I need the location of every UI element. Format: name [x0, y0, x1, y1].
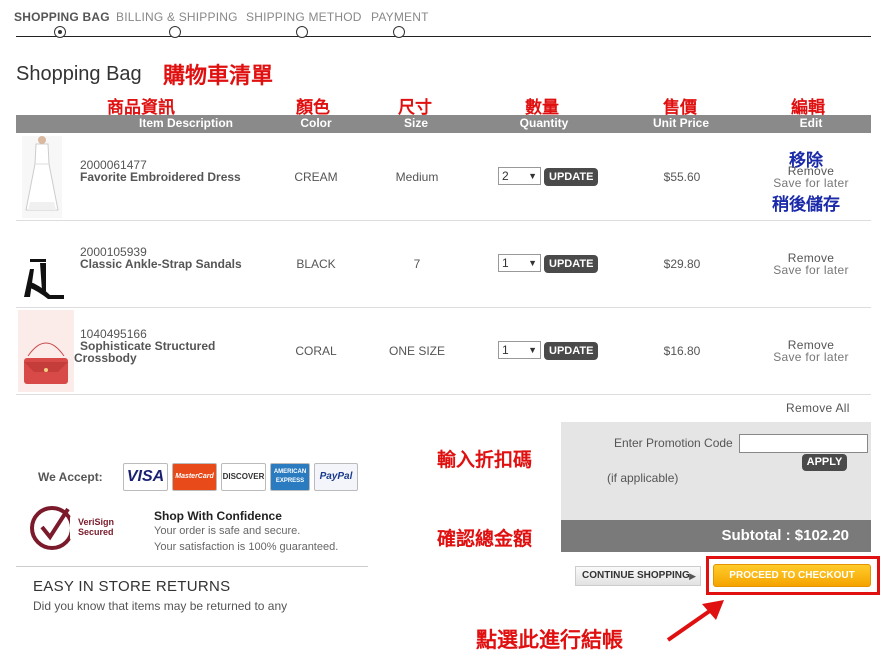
table-row: 2000105939 Classic Ankle-Strap Sandals B… [16, 221, 871, 307]
step-shipping-method[interactable]: SHIPPING METHOD [246, 10, 362, 24]
annotation-arrow [666, 600, 724, 642]
item-name[interactable]: Favorite Embroidered Dress [80, 171, 241, 183]
dropdown-arrow-icon: ▼ [528, 171, 537, 181]
header-color: Color [300, 116, 332, 130]
item-size: Medium [395, 170, 439, 184]
update-button[interactable]: UPDATE [544, 342, 599, 360]
header-edit: Edit [799, 116, 823, 130]
crossbody-thumbnail[interactable] [18, 310, 74, 392]
step-dot-active [54, 26, 66, 38]
item-color: BLACK [296, 257, 336, 271]
title-annotation: 購物車清單 [163, 64, 274, 89]
step-shopping-bag[interactable]: SHOPPING BAG [14, 10, 110, 24]
verisign-text-2: Secured [78, 527, 114, 537]
continue-shopping-button[interactable]: CONTINUE SHOPPING ▶ [575, 566, 701, 586]
promo-code-input[interactable] [739, 434, 868, 453]
item-price: $29.80 [663, 257, 701, 271]
row-divider [16, 394, 871, 395]
header-item-description: Item Description [138, 116, 234, 130]
update-button[interactable]: UPDATE [544, 255, 599, 273]
subtotal-value: Subtotal : $102.20 [721, 527, 849, 544]
header-quantity: Quantity [519, 116, 569, 130]
table-row: 2000061477 Favorite Embroidered Dress CR… [16, 134, 871, 220]
item-price: $55.60 [663, 170, 701, 184]
item-name-continued[interactable]: Crossbody [74, 352, 137, 364]
quantity-select[interactable]: 2 ▼ [498, 167, 541, 185]
annotation-save-later: 稍後儲存 [772, 195, 840, 215]
returns-title: EASY IN STORE RETURNS [33, 578, 231, 595]
annotation-promo: 輸入折扣碼 [437, 449, 533, 471]
item-size: ONE SIZE [388, 344, 445, 358]
returns-text: Did you know that items may be returned … [33, 599, 288, 613]
item-price: $16.80 [663, 344, 701, 358]
dropdown-arrow-icon: ▼ [528, 258, 537, 268]
visa-logo: VISA [123, 463, 168, 491]
table-header: Item Description Color Size Quantity Uni… [16, 115, 871, 133]
step-dot [393, 26, 405, 38]
subtotal-bar: Subtotal : $102.20 [561, 520, 871, 552]
item-name[interactable]: Classic Ankle-Strap Sandals [80, 258, 242, 270]
step-payment[interactable]: PAYMENT [371, 10, 429, 24]
promo-note: (if applicable) [607, 471, 679, 485]
step-dot [169, 26, 181, 38]
item-color: CREAM [294, 170, 338, 184]
remove-all-link[interactable]: Remove All [786, 401, 850, 415]
discover-logo: DISCOVER [221, 463, 266, 491]
annotation-subtotal: 確認總金額 [437, 528, 533, 550]
quantity-value: 2 [502, 169, 509, 183]
step-dot [296, 26, 308, 38]
promo-label: Enter Promotion Code [614, 436, 733, 450]
table-row: 1040495166 Sophisticate Structured Cross… [16, 308, 871, 394]
progress-line [16, 36, 871, 37]
quantity-select[interactable]: 1 ▼ [498, 341, 541, 359]
save-for-later-link[interactable]: Save for later [761, 350, 861, 364]
quantity-select[interactable]: 1 ▼ [498, 254, 541, 272]
dress-thumbnail[interactable] [22, 136, 62, 218]
continue-shopping-label: CONTINUE SHOPPING [582, 570, 690, 581]
confidence-line-2: Your satisfaction is 100% guaranteed. [154, 541, 339, 553]
promo-panel: Enter Promotion Code APPLY (if applicabl… [561, 422, 871, 520]
step-billing-shipping[interactable]: BILLING & SHIPPING [116, 10, 238, 24]
item-size: 7 [413, 257, 421, 271]
quantity-value: 1 [502, 343, 509, 357]
header-unit-price: Unit Price [652, 116, 709, 130]
amex-logo: AMERICAN EXPRESS [270, 463, 310, 491]
mastercard-logo: MasterCard [172, 463, 217, 491]
apply-button[interactable]: APPLY [802, 454, 847, 471]
header-size: Size [403, 116, 428, 130]
dropdown-arrow-icon: ▼ [528, 345, 537, 355]
confidence-title: Shop With Confidence [154, 509, 282, 523]
save-for-later-link[interactable]: Save for later [761, 176, 861, 190]
update-button[interactable]: UPDATE [544, 168, 599, 186]
quantity-value: 1 [502, 256, 509, 270]
play-arrow-icon: ▶ [689, 571, 696, 581]
we-accept-label: We Accept: [38, 470, 103, 484]
paypal-logo: PayPal [314, 463, 358, 491]
confidence-line-1: Your order is safe and secure. [154, 525, 301, 537]
proceed-to-checkout-button[interactable]: PROCEED TO CHECKOUT [713, 564, 871, 587]
page-title: Shopping Bag [16, 63, 142, 85]
verisign-text-1: VeriSign [78, 517, 115, 527]
divider [16, 566, 368, 567]
save-for-later-link[interactable]: Save for later [761, 263, 861, 277]
item-color: CORAL [295, 344, 337, 358]
sandals-thumbnail[interactable] [20, 251, 70, 301]
annotation-checkout: 點選此進行結帳 [476, 628, 623, 652]
